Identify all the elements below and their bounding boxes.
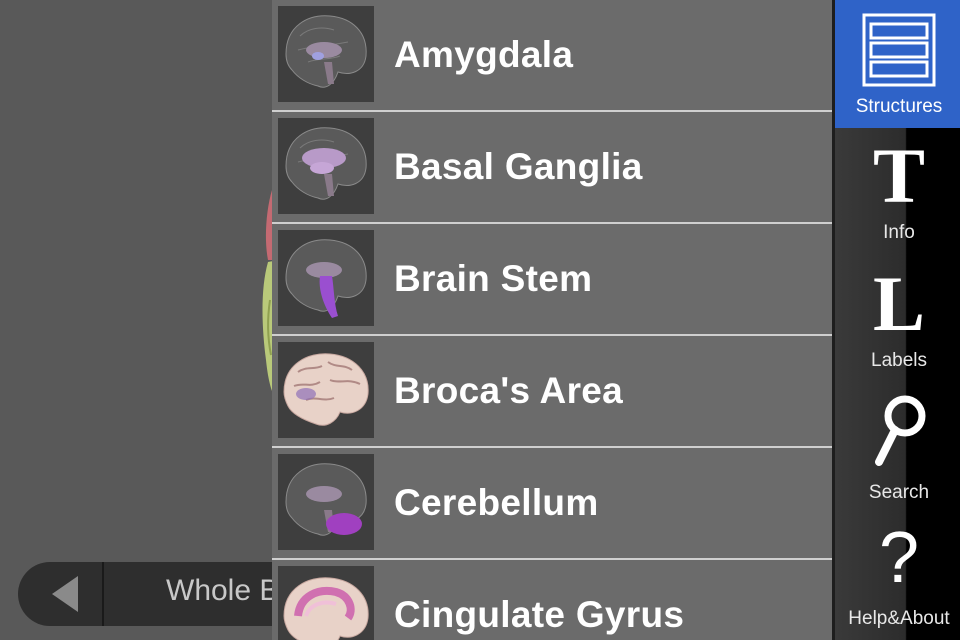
amygdala-thumbnail (278, 6, 374, 102)
brocas-area-thumbnail (278, 342, 374, 438)
back-arrow-icon (52, 576, 78, 612)
info-button[interactable]: T Info (835, 134, 960, 250)
list-item[interactable]: Cerebellum (272, 448, 832, 560)
help-about-button[interactable]: ? Help&About (835, 516, 960, 640)
list-item[interactable]: Amygdala (272, 0, 832, 112)
basal-ganglia-thumbnail (278, 118, 374, 214)
list-item-label: Cerebellum (394, 482, 599, 523)
search-button[interactable]: Search (835, 390, 960, 510)
cingulate-gyrus-thumbnail (278, 566, 374, 640)
help-icon: ? (878, 518, 920, 598)
info-icon: T (872, 132, 926, 219)
toolbar: Structures T Info L Labels Search ? Help… (832, 0, 960, 640)
brain-stem-thumbnail (278, 230, 374, 326)
nav-title: Whole Brain (166, 574, 272, 607)
list-item[interactable]: Broca's Area (272, 336, 832, 448)
list-item-label: Basal Ganglia (394, 146, 643, 187)
nav-pill: Whole Brain (18, 562, 272, 626)
list-item-label: Brain Stem (394, 258, 593, 299)
list-item-label: Amygdala (394, 34, 574, 75)
brain-3d-viewer[interactable]: Whole Brain (0, 0, 272, 640)
structures-list[interactable]: Amygdala Basal Ganglia Brain Stem Broca'… (272, 0, 832, 640)
help-about-label: Help&About (848, 608, 950, 629)
labels-button[interactable]: L Labels (835, 258, 960, 378)
search-icon (875, 395, 926, 466)
structures-button[interactable]: Structures (835, 0, 960, 128)
cerebellum-thumbnail (278, 454, 374, 550)
structures-icon (862, 13, 936, 87)
list-item[interactable]: Brain Stem (272, 224, 832, 336)
list-item[interactable]: Basal Ganglia (272, 112, 832, 224)
list-item-label: Broca's Area (394, 370, 624, 411)
labels-label: Labels (871, 350, 927, 371)
labels-icon: L (872, 260, 926, 347)
back-button[interactable] (18, 562, 104, 626)
list-item-label: Cingulate Gyrus (394, 594, 685, 635)
structures-label: Structures (855, 96, 943, 117)
brain-model-edge (262, 190, 272, 391)
list-item[interactable]: Cingulate Gyrus (272, 560, 832, 640)
info-label: Info (883, 222, 915, 243)
search-label: Search (868, 482, 930, 503)
